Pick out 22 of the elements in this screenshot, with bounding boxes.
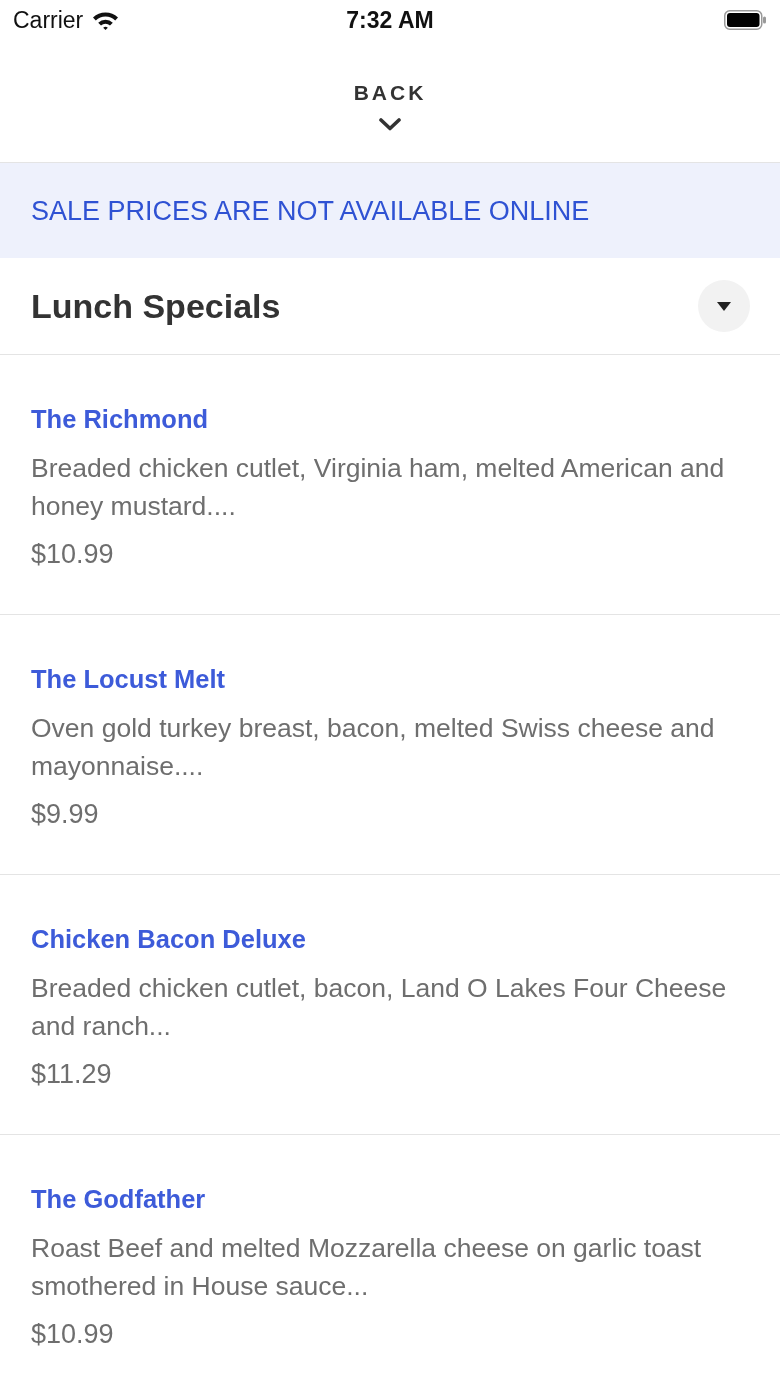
chevron-down-icon [379,118,401,131]
item-price: $9.99 [31,798,100,831]
item-description: Roast Beef and melted Mozzarella cheese on garlic toast smothered in House sauce... [31,1232,703,1303]
item-price: $11.29 [31,1058,113,1091]
section-title: Lunch Specials [31,286,281,326]
wifi-icon [92,10,120,30]
item-price: $10.99 [31,1318,115,1351]
item-description: Breaded chicken cutlet, Virginia ham, melted American and honey mustard.... [31,452,726,523]
item-name-link[interactable]: The Richmond [31,401,209,437]
item-description: Breaded chicken cutlet, bacon, Land O Lakes Four Cheese and ranch... [31,972,728,1043]
item-description: Oven gold turkey breast, bacon, melted Swiss cheese and mayonnaise.... [31,712,716,783]
carrier-name: Carrier [13,7,84,33]
item-name-link[interactable]: Chicken Bacon Deluxe [31,921,306,957]
notice-text: SALE PRICES ARE NOT AVAILABLE ONLINE [31,194,590,227]
item-price: $10.99 [31,538,115,571]
item-name-link[interactable]: The Godfather [31,1181,206,1217]
clock-time: 7:32 AM [346,7,434,33]
battery-icon [724,10,766,30]
section-toggle-button[interactable] [698,280,750,332]
item-name-link[interactable]: The Locust Melt [31,661,226,697]
caret-icon [717,301,731,311]
back-button[interactable]: BACK [353,80,427,162]
